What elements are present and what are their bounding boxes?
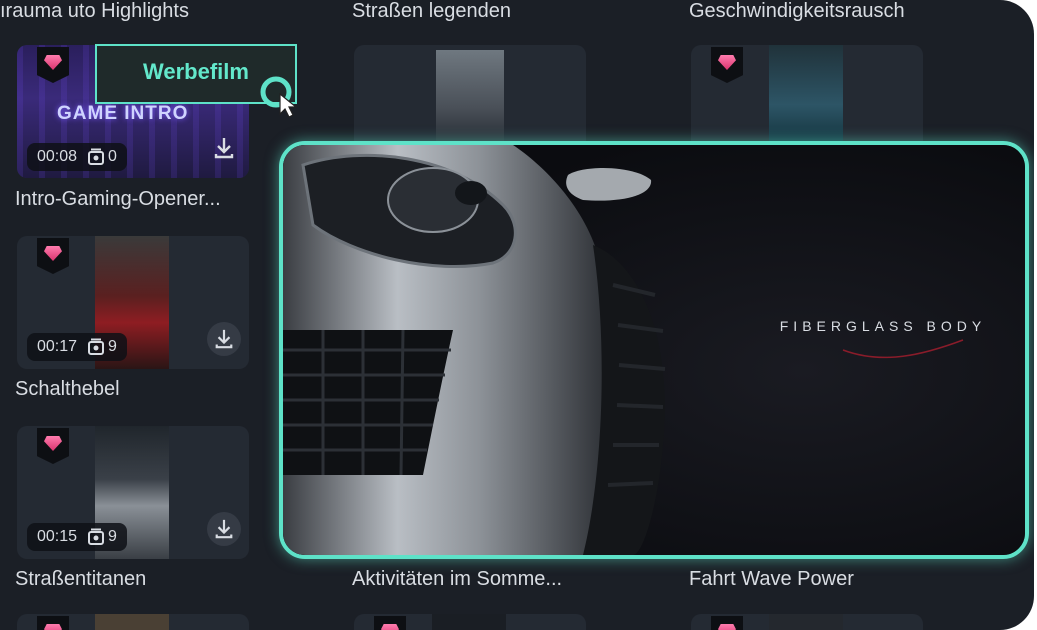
cursor-pointer-icon bbox=[258, 76, 302, 120]
premium-gem-icon bbox=[37, 238, 69, 274]
template-browser-panel: ırauma uto Highlights Straßen legenden G… bbox=[0, 0, 1034, 630]
premium-gem-icon bbox=[374, 616, 406, 630]
card-title: Schalthebel bbox=[15, 378, 120, 400]
scenes-icon bbox=[88, 148, 105, 165]
premium-gem-icon bbox=[37, 616, 69, 630]
download-icon[interactable] bbox=[207, 131, 241, 165]
scenes-icon bbox=[88, 528, 105, 545]
duration-badge: 00:08 0 bbox=[27, 143, 127, 171]
template-card-strassentitanen[interactable]: 00:15 9 bbox=[17, 426, 249, 559]
template-thumbnail bbox=[769, 614, 843, 630]
scene-count: 9 bbox=[87, 338, 117, 356]
duration-text: 00:08 bbox=[37, 148, 78, 165]
card-title: Straßen legenden bbox=[352, 0, 512, 22]
card-title: Straßentitanen bbox=[15, 568, 147, 590]
scenes-icon bbox=[88, 338, 105, 355]
premium-gem-icon bbox=[711, 616, 743, 630]
template-thumbnail bbox=[95, 614, 169, 630]
duration-badge: 00:15 9 bbox=[27, 523, 127, 551]
card-title: Aktivitäten im Somme... bbox=[352, 568, 563, 590]
download-icon[interactable] bbox=[207, 322, 241, 356]
preview-caption: FIBERGLASS BODY bbox=[780, 318, 986, 334]
template-card-partial[interactable] bbox=[691, 614, 923, 630]
duration-badge: 00:17 9 bbox=[27, 333, 127, 361]
template-thumbnail bbox=[432, 614, 506, 630]
thumbnail-overlay-text: GAME INTRO bbox=[57, 103, 189, 124]
template-card-schalthebel[interactable]: 00:17 9 bbox=[17, 236, 249, 369]
preview-car-image: FIBERGLASS BODY bbox=[283, 145, 1025, 555]
duration-text: 00:15 bbox=[37, 528, 78, 545]
template-card-partial[interactable] bbox=[354, 614, 586, 630]
scene-count-text: 9 bbox=[108, 338, 117, 355]
card-title: Intro-Gaming-Opener... bbox=[15, 188, 221, 210]
premium-gem-icon bbox=[711, 47, 743, 83]
template-card-partial[interactable] bbox=[17, 614, 249, 630]
duration-text: 00:17 bbox=[37, 338, 78, 355]
scene-count: 0 bbox=[87, 148, 117, 166]
download-icon[interactable] bbox=[207, 512, 241, 546]
premium-gem-icon bbox=[37, 428, 69, 464]
tooltip-label: Werbefilm bbox=[143, 59, 249, 84]
scene-count: 9 bbox=[87, 528, 117, 546]
template-preview[interactable]: FIBERGLASS BODY bbox=[279, 141, 1029, 559]
scene-count-text: 9 bbox=[108, 528, 117, 545]
card-title: Fahrt Wave Power bbox=[689, 568, 854, 590]
card-title: Geschwindigkeitsrausch bbox=[689, 0, 905, 22]
card-title: ırauma uto Highlights bbox=[0, 0, 189, 22]
scene-count-text: 0 bbox=[108, 148, 117, 165]
